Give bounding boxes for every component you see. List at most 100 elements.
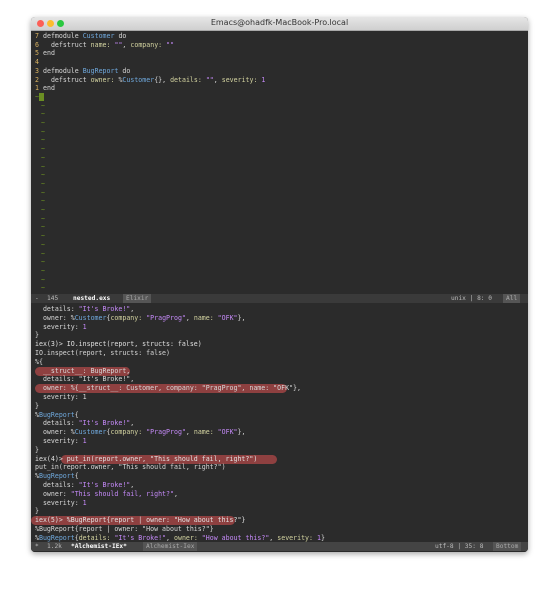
code-token: details: "It's Broke!", <box>35 375 135 384</box>
code-token: "OFK" <box>213 428 238 437</box>
repl-line: } <box>35 331 39 340</box>
empty-line-marker: ~ <box>41 136 45 145</box>
repl-line: iex(3)> IO.inspect(report, structs: fals… <box>35 340 202 349</box>
empty-line-marker: ~ <box>41 275 45 284</box>
repl-line: severity: 1 <box>35 323 87 332</box>
modeline-major-mode[interactable]: Alchemist-Iex <box>143 542 198 551</box>
empty-line-marker: ~ <box>41 179 45 188</box>
line-number: 4 <box>35 58 39 67</box>
modeline-marker: - <box>35 295 39 302</box>
code-token: owner: <box>35 489 71 498</box>
code-token: severity: <box>35 322 83 331</box>
line-number: 1 <box>35 84 39 93</box>
repl-line: owner: "This should fail, right?", <box>35 490 178 499</box>
code-token: } <box>35 445 39 454</box>
code-token: 1 <box>312 533 321 542</box>
code-token: , <box>130 481 135 489</box>
repl-line: put_in(report.owner, "This should fail, … <box>35 463 226 472</box>
code-token: BugReport <box>38 533 75 542</box>
empty-line-marker: ~ <box>41 162 45 171</box>
code-token: , <box>185 313 194 322</box>
code-line: 7 defmodule Customer do <box>35 32 126 41</box>
repl-pane[interactable]: details: "It's Broke!", owner: %Customer… <box>31 304 528 552</box>
code-token: name: <box>90 40 111 49</box>
line-number: 2 <box>35 75 39 84</box>
empty-line-marker: ~ <box>41 127 45 136</box>
code-token: } <box>35 331 39 340</box>
empty-line-marker: ~ <box>41 214 45 223</box>
modeline-buffer-name[interactable]: nested.exs <box>73 294 110 303</box>
repl-line: iex(5)> %BugReport{report | owner: "How … <box>35 516 245 525</box>
code-token: do <box>118 66 131 75</box>
code-token: "" <box>162 40 175 49</box>
empty-line-marker: ~ <box>41 249 45 258</box>
repl-line: details: "It's Broke!", <box>35 305 134 314</box>
code-token: severity: <box>35 498 83 507</box>
code-token: __struct__: BugReport, <box>35 366 131 375</box>
editor-pane[interactable]: 7 defmodule Customer do 6 defstruct name: … <box>31 31 528 294</box>
code-token: owner: % <box>35 313 75 322</box>
repl-line: severity: 1 <box>35 437 87 446</box>
code-token: , <box>130 305 135 313</box>
code-token: BugReport <box>82 66 119 75</box>
window-title: Emacs@ohadfk-MacBook-Pro.local <box>210 18 349 27</box>
empty-line-marker: ~ <box>41 119 45 127</box>
code-token: "It's Broke!" <box>110 533 167 542</box>
code-line: 6 defstruct name: "", company: "" <box>35 41 174 50</box>
line-number: 3 <box>35 66 39 75</box>
modeline-repl: * 1.2k *Alchemist-IEx* Alchemist-Iex utf… <box>31 542 528 551</box>
code-token: , <box>213 75 222 84</box>
modeline-size: 1.2k <box>47 543 62 550</box>
code-token: severity: <box>277 533 313 542</box>
code-token: %BugReport{report | owner: "How about th… <box>35 525 214 533</box>
code-token: company: <box>110 313 143 322</box>
title-bar: Emacs@ohadfk-MacBook-Pro.local <box>31 17 528 31</box>
modeline-size: 145 <box>47 295 59 302</box>
code-token: BugReport <box>38 410 75 419</box>
code-token: Customer <box>82 32 115 40</box>
code-token: "This should fail, right?" <box>70 489 174 498</box>
code-token: } <box>320 533 325 542</box>
empty-line-marker: ~ <box>41 188 45 197</box>
code-token: do <box>114 32 127 40</box>
repl-line: details: "It's Broke!", <box>35 375 134 384</box>
empty-line-marker: ~ <box>41 223 45 232</box>
code-token: "PragProg" <box>142 313 186 322</box>
empty-line-marker: ~ <box>41 101 45 110</box>
code-token: "PragProg" <box>142 428 186 437</box>
modeline-buffer-name[interactable]: *Alchemist-IEx* <box>71 542 127 551</box>
code-token: %{ <box>35 357 43 366</box>
empty-line-marker: ~ <box>41 206 45 214</box>
repl-line: %{ <box>35 358 43 367</box>
repl-line: } <box>35 446 39 455</box>
code-token: }, <box>237 428 246 437</box>
empty-line-marker: ~ <box>41 232 45 241</box>
code-line: 5 end <box>35 49 55 58</box>
code-token: "OFK" <box>213 313 238 322</box>
code-token: { <box>74 472 79 481</box>
code-token: iex(4)> put_in(report.owner, "This shoul… <box>35 454 258 463</box>
modeline-major-mode[interactable]: Elixir <box>123 294 152 303</box>
code-token: "" <box>110 40 123 49</box>
code-token: , <box>130 419 135 428</box>
code-line: 3 defmodule BugReport do <box>35 67 130 76</box>
code-token: name: <box>193 428 214 437</box>
code-token: severity: <box>35 437 83 445</box>
code-token: owner: % <box>35 428 75 437</box>
code-token: company: <box>110 428 143 437</box>
code-token: put_in(report.owner, "This should fail, … <box>35 463 226 472</box>
code-token: owner: <box>174 533 198 542</box>
code-token: defmodule <box>43 32 83 40</box>
code-token: "It's Broke!" <box>78 419 131 428</box>
code-token: details: <box>170 75 202 84</box>
code-token: BugReport <box>38 472 75 481</box>
modeline-scroll: Bottom <box>493 542 522 551</box>
code-token: severity: 1 <box>35 393 87 401</box>
repl-line: } <box>35 507 39 516</box>
repl-line: IO.inspect(report, structs: false) <box>35 349 170 358</box>
code-token: "It's Broke!" <box>78 481 131 489</box>
code-token: end <box>43 49 55 58</box>
code-token: Customer <box>74 428 107 437</box>
code-token: , <box>173 489 178 498</box>
repl-line: %BugReport{ <box>35 472 79 481</box>
